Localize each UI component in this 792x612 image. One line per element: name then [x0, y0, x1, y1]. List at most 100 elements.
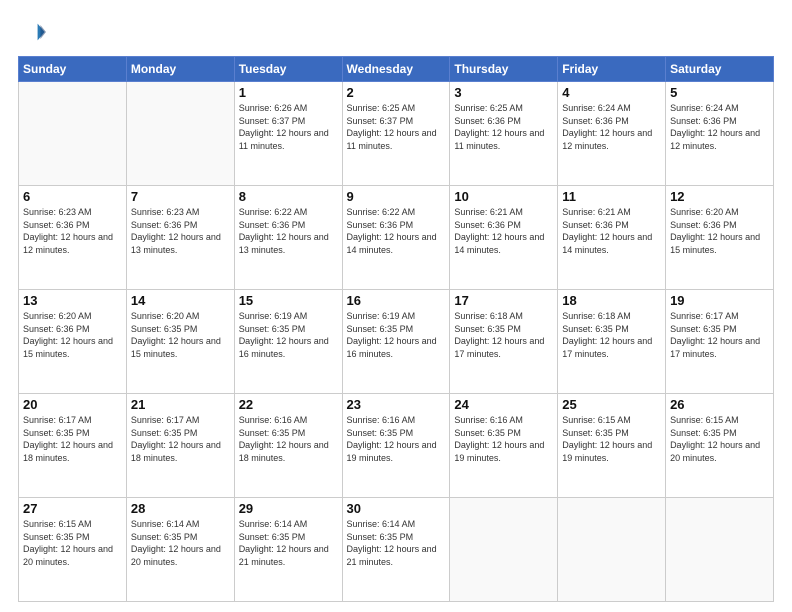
day-number: 16	[347, 293, 446, 308]
day-info: Sunrise: 6:22 AM Sunset: 6:36 PM Dayligh…	[239, 206, 338, 256]
day-number: 28	[131, 501, 230, 516]
day-number: 27	[23, 501, 122, 516]
calendar-cell: 29Sunrise: 6:14 AM Sunset: 6:35 PM Dayli…	[234, 498, 342, 602]
calendar-cell: 21 Sunrise: 6:17 AM Sunset: 6:35 PM Dayli…	[126, 394, 234, 498]
day-info: Sunrise: 6:21 AM Sunset: 6:36 PM Dayligh…	[562, 206, 661, 256]
day-number: 1	[239, 85, 338, 100]
calendar-table: SundayMondayTuesdayWednesdayThursdayFrid…	[18, 56, 774, 602]
day-number: 19	[670, 293, 769, 308]
day-number: 9	[347, 189, 446, 204]
day-number: 4	[562, 85, 661, 100]
week-row-2: 6 Sunrise: 6:23 AM Sunset: 6:36 PM Daylig…	[19, 186, 774, 290]
calendar-cell: 25 Sunrise: 6:15 AM Sunset: 6:35 PM Dayli…	[558, 394, 666, 498]
calendar-header: SundayMondayTuesdayWednesdayThursdayFrid…	[19, 57, 774, 82]
day-info: Sunrise: 6:24 AM Sunset: 6:36 PM Dayligh…	[670, 102, 769, 152]
day-header-friday: Friday	[558, 57, 666, 82]
calendar-cell: 10 Sunrise: 6:21 AM Sunset: 6:36 PM Dayli…	[450, 186, 558, 290]
day-info: Sunrise: 6:25 AM Sunset: 6:37 PM Dayligh…	[347, 102, 446, 152]
day-number: 5	[670, 85, 769, 100]
calendar-cell: 17Sunrise: 6:18 AM Sunset: 6:35 PM Dayli…	[450, 290, 558, 394]
day-info: Sunrise: 6:19 AM Sunset: 6:35 PM Dayligh…	[239, 310, 338, 360]
calendar-body: 1 Sunrise: 6:26 AM Sunset: 6:37 PM Daylig…	[19, 82, 774, 602]
day-info: Sunrise: 6:16 AM Sunset: 6:35 PM Dayligh…	[239, 414, 338, 464]
page: SundayMondayTuesdayWednesdayThursdayFrid…	[0, 0, 792, 612]
logo-icon	[18, 18, 46, 46]
calendar-cell: 5 Sunrise: 6:24 AM Sunset: 6:36 PM Daylig…	[666, 82, 774, 186]
calendar-cell: 3Sunrise: 6:25 AM Sunset: 6:36 PM Daylig…	[450, 82, 558, 186]
day-number: 14	[131, 293, 230, 308]
calendar-cell: 14 Sunrise: 6:20 AM Sunset: 6:35 PM Dayli…	[126, 290, 234, 394]
header	[18, 18, 774, 46]
day-header-tuesday: Tuesday	[234, 57, 342, 82]
logo	[18, 18, 50, 46]
week-row-4: 20 Sunrise: 6:17 AM Sunset: 6:35 PM Dayli…	[19, 394, 774, 498]
day-info: Sunrise: 6:19 AM Sunset: 6:35 PM Dayligh…	[347, 310, 446, 360]
calendar-cell: 19 Sunrise: 6:17 AM Sunset: 6:35 PM Dayli…	[666, 290, 774, 394]
day-number: 24	[454, 397, 553, 412]
day-number: 12	[670, 189, 769, 204]
calendar-cell: 6 Sunrise: 6:23 AM Sunset: 6:36 PM Daylig…	[19, 186, 127, 290]
day-info: Sunrise: 6:16 AM Sunset: 6:35 PM Dayligh…	[454, 414, 553, 464]
day-info: Sunrise: 6:14 AM Sunset: 6:35 PM Dayligh…	[347, 518, 446, 568]
day-info: Sunrise: 6:26 AM Sunset: 6:37 PM Dayligh…	[239, 102, 338, 152]
calendar-cell	[558, 498, 666, 602]
day-info: Sunrise: 6:23 AM Sunset: 6:36 PM Dayligh…	[23, 206, 122, 256]
day-info: Sunrise: 6:16 AM Sunset: 6:35 PM Dayligh…	[347, 414, 446, 464]
calendar-cell	[19, 82, 127, 186]
calendar-cell: 13Sunrise: 6:20 AM Sunset: 6:36 PM Dayli…	[19, 290, 127, 394]
day-info: Sunrise: 6:25 AM Sunset: 6:36 PM Dayligh…	[454, 102, 553, 152]
calendar-cell: 22Sunrise: 6:16 AM Sunset: 6:35 PM Dayli…	[234, 394, 342, 498]
calendar-cell: 24 Sunrise: 6:16 AM Sunset: 6:35 PM Dayli…	[450, 394, 558, 498]
day-info: Sunrise: 6:14 AM Sunset: 6:35 PM Dayligh…	[239, 518, 338, 568]
day-number: 10	[454, 189, 553, 204]
day-header-saturday: Saturday	[666, 57, 774, 82]
calendar-cell: 20Sunrise: 6:17 AM Sunset: 6:35 PM Dayli…	[19, 394, 127, 498]
day-info: Sunrise: 6:20 AM Sunset: 6:35 PM Dayligh…	[131, 310, 230, 360]
calendar-cell: 18Sunrise: 6:18 AM Sunset: 6:35 PM Dayli…	[558, 290, 666, 394]
day-info: Sunrise: 6:17 AM Sunset: 6:35 PM Dayligh…	[131, 414, 230, 464]
calendar-cell: 7 Sunrise: 6:23 AM Sunset: 6:36 PM Daylig…	[126, 186, 234, 290]
calendar-cell: 8 Sunrise: 6:22 AM Sunset: 6:36 PM Daylig…	[234, 186, 342, 290]
calendar-cell	[126, 82, 234, 186]
day-info: Sunrise: 6:20 AM Sunset: 6:36 PM Dayligh…	[23, 310, 122, 360]
calendar-cell	[666, 498, 774, 602]
day-number: 2	[347, 85, 446, 100]
day-number: 18	[562, 293, 661, 308]
day-info: Sunrise: 6:21 AM Sunset: 6:36 PM Dayligh…	[454, 206, 553, 256]
day-number: 6	[23, 189, 122, 204]
day-info: Sunrise: 6:14 AM Sunset: 6:35 PM Dayligh…	[131, 518, 230, 568]
calendar-cell	[450, 498, 558, 602]
calendar-cell: 26 Sunrise: 6:15 AM Sunset: 6:35 PM Dayli…	[666, 394, 774, 498]
calendar-cell: 1 Sunrise: 6:26 AM Sunset: 6:37 PM Daylig…	[234, 82, 342, 186]
day-number: 20	[23, 397, 122, 412]
day-number: 11	[562, 189, 661, 204]
calendar-cell: 4Sunrise: 6:24 AM Sunset: 6:36 PM Daylig…	[558, 82, 666, 186]
day-number: 15	[239, 293, 338, 308]
day-header-wednesday: Wednesday	[342, 57, 450, 82]
calendar-cell: 27 Sunrise: 6:15 AM Sunset: 6:35 PM Dayli…	[19, 498, 127, 602]
calendar-cell: 30 Sunrise: 6:14 AM Sunset: 6:35 PM Dayli…	[342, 498, 450, 602]
day-info: Sunrise: 6:15 AM Sunset: 6:35 PM Dayligh…	[23, 518, 122, 568]
day-number: 23	[347, 397, 446, 412]
calendar-cell: 28 Sunrise: 6:14 AM Sunset: 6:35 PM Dayli…	[126, 498, 234, 602]
day-info: Sunrise: 6:15 AM Sunset: 6:35 PM Dayligh…	[562, 414, 661, 464]
day-number: 21	[131, 397, 230, 412]
day-number: 25	[562, 397, 661, 412]
day-number: 7	[131, 189, 230, 204]
day-number: 26	[670, 397, 769, 412]
day-header-thursday: Thursday	[450, 57, 558, 82]
calendar-cell: 9Sunrise: 6:22 AM Sunset: 6:36 PM Daylig…	[342, 186, 450, 290]
day-number: 30	[347, 501, 446, 516]
calendar-cell: 2 Sunrise: 6:25 AM Sunset: 6:37 PM Daylig…	[342, 82, 450, 186]
day-info: Sunrise: 6:17 AM Sunset: 6:35 PM Dayligh…	[670, 310, 769, 360]
week-row-3: 13Sunrise: 6:20 AM Sunset: 6:36 PM Dayli…	[19, 290, 774, 394]
header-row: SundayMondayTuesdayWednesdayThursdayFrid…	[19, 57, 774, 82]
calendar-cell: 23 Sunrise: 6:16 AM Sunset: 6:35 PM Dayli…	[342, 394, 450, 498]
day-info: Sunrise: 6:15 AM Sunset: 6:35 PM Dayligh…	[670, 414, 769, 464]
day-number: 8	[239, 189, 338, 204]
week-row-1: 1 Sunrise: 6:26 AM Sunset: 6:37 PM Daylig…	[19, 82, 774, 186]
day-header-monday: Monday	[126, 57, 234, 82]
day-info: Sunrise: 6:23 AM Sunset: 6:36 PM Dayligh…	[131, 206, 230, 256]
week-row-5: 27 Sunrise: 6:15 AM Sunset: 6:35 PM Dayli…	[19, 498, 774, 602]
calendar-cell: 12Sunrise: 6:20 AM Sunset: 6:36 PM Dayli…	[666, 186, 774, 290]
